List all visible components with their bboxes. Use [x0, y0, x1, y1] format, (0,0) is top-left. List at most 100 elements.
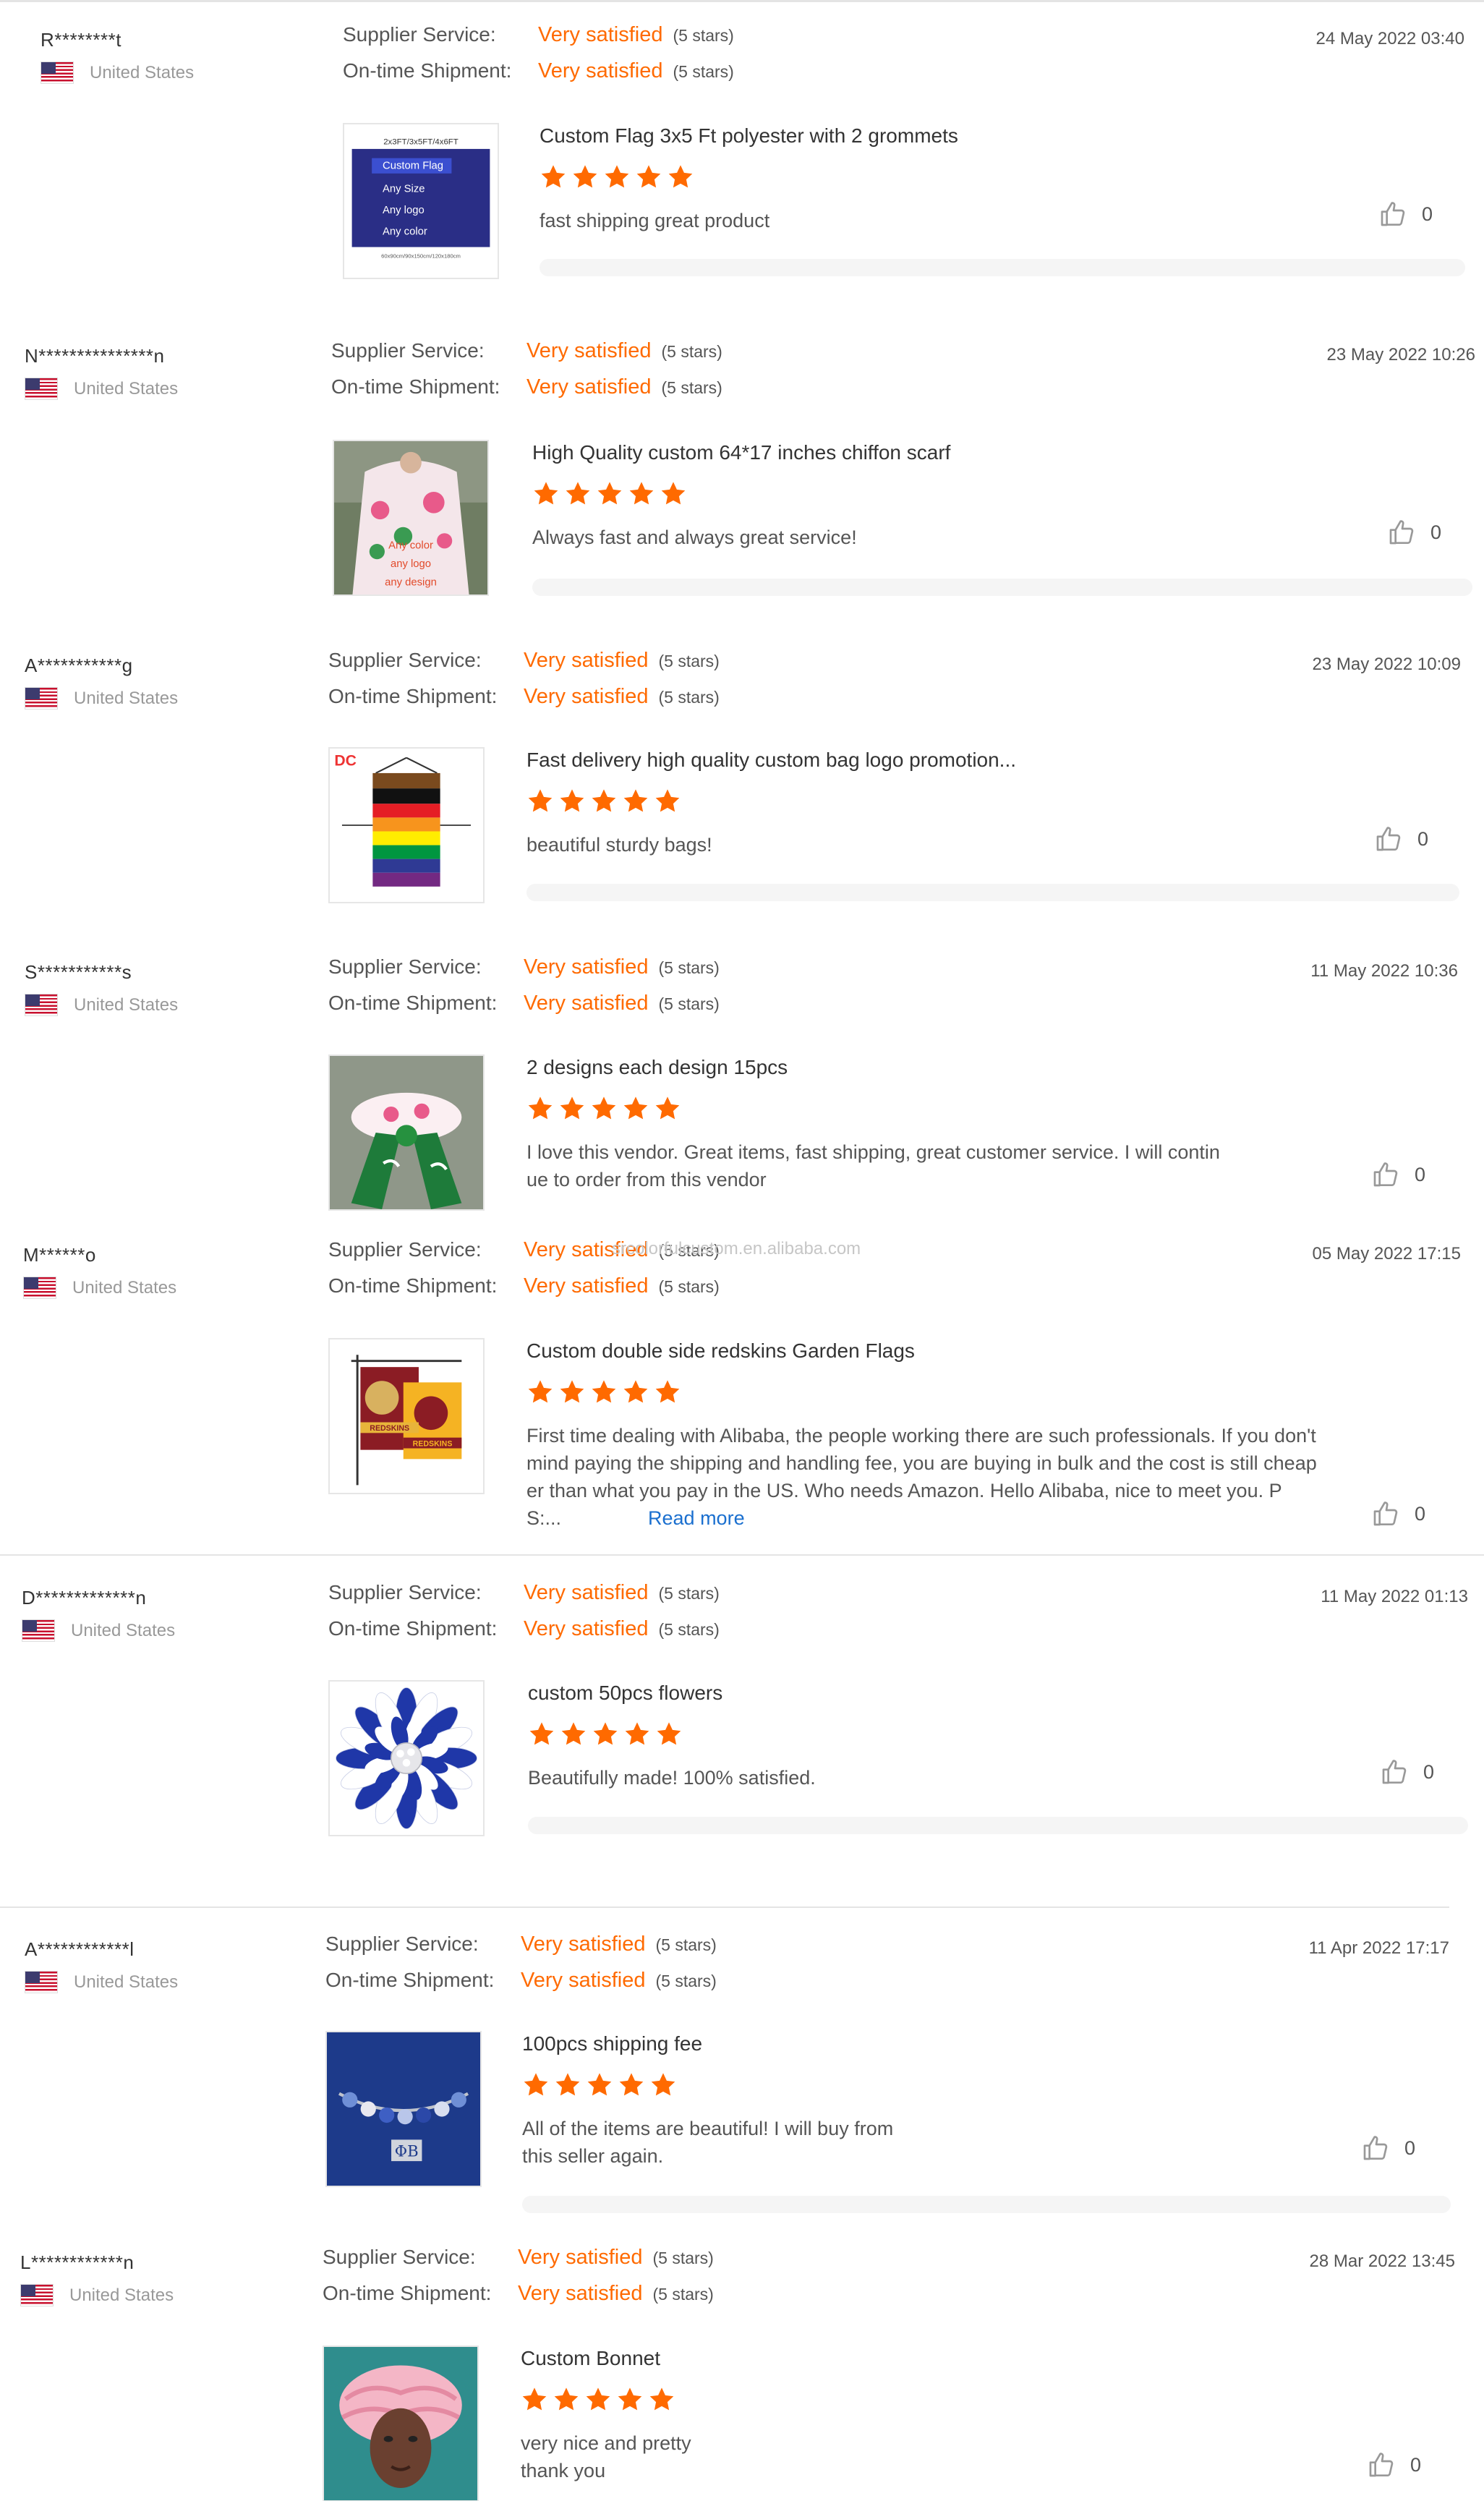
supplier-service-stars: (5 stars): [658, 652, 720, 670]
supplier-service-value: Very satisfied: [524, 955, 649, 979]
like-count: 0: [1430, 521, 1442, 543]
review-date: 11 Apr 2022 17:17: [1308, 1938, 1449, 1958]
supplier-service-value: Very satisfied: [518, 2246, 643, 2269]
ontime-shipment-value: Very satisfied: [524, 1274, 649, 1298]
us-flag-icon: [25, 378, 58, 400]
review-comment: very nice and pretty thank you: [521, 2429, 691, 2484]
ontime-shipment-stars: (5 stars): [658, 688, 720, 707]
buyer-name: M******o: [23, 1244, 96, 1266]
svg-text:any logo: any logo: [391, 558, 431, 570]
buyer-info: S***********s United States: [25, 961, 328, 1016]
like-button[interactable]: 0: [1361, 2134, 1415, 2163]
supplier-service-label: Supplier Service:: [331, 339, 485, 362]
us-flag-icon: [20, 2284, 54, 2306]
supplier-service-row: Supplier Service: Very satisfied (5 star…: [328, 955, 720, 992]
ontime-shipment-row: On-time Shipment: Very satisfied (5 star…: [331, 375, 722, 412]
buyer-country: United States: [22, 1619, 325, 1642]
country-label: United States: [72, 1277, 177, 1298]
product-title-link[interactable]: Custom Flag 3x5 Ft polyester with 2 grom…: [540, 124, 958, 148]
us-flag-icon: [22, 1619, 55, 1642]
reply-bar: [532, 579, 1472, 596]
like-count: 0: [1417, 827, 1429, 850]
svg-text:60x90cm/90x150cm/120x180cm: 60x90cm/90x150cm/120x180cm: [381, 252, 461, 259]
like-button[interactable]: 0: [1371, 1160, 1425, 1189]
like-button[interactable]: 0: [1380, 1757, 1434, 1786]
like-count: 0: [1415, 1502, 1426, 1525]
us-flag-icon: [25, 687, 58, 710]
review-comment-text: All of the items are beautiful! I will b…: [522, 2118, 894, 2167]
review-divider: [0, 1906, 1449, 1908]
supplier-ratings: Supplier Service: Very satisfied (5 star…: [328, 1581, 720, 1653]
like-button[interactable]: 0: [1371, 1499, 1425, 1528]
product-thumbnail[interactable]: ΦΒ: [325, 2031, 482, 2187]
ontime-shipment-label: On-time Shipment:: [331, 375, 500, 398]
supplier-service-label: Supplier Service:: [325, 1933, 479, 1955]
review-content: 2 designs each design 15pcs I love this …: [526, 1056, 1220, 1193]
thumbs-up-icon: [1374, 825, 1403, 853]
thumbs-up-icon: [1380, 1757, 1409, 1786]
product-thumbnail[interactable]: [328, 1680, 485, 1836]
review-comment-text: I love this vendor. Great items, fast sh…: [526, 1141, 1220, 1190]
buyer-name: A***********g: [25, 655, 133, 676]
product-thumbnail[interactable]: 2x3FT/3x5FT/4x6FT Custom Flag Any Size A…: [343, 123, 499, 279]
svg-text:Any logo: Any logo: [383, 205, 425, 216]
reply-bar: [528, 1817, 1468, 1834]
product-title-link[interactable]: 2 designs each design 15pcs: [526, 1056, 1220, 1079]
product-title-link[interactable]: 100pcs shipping fee: [522, 2032, 893, 2055]
reply-bar: [540, 259, 1465, 276]
product-thumbnail[interactable]: Any color any logo any design: [333, 440, 489, 596]
ontime-shipment-row: On-time Shipment: Very satisfied (5 star…: [328, 1274, 720, 1311]
supplier-service-label: Supplier Service:: [328, 1581, 482, 1603]
top-border: [0, 0, 1484, 2]
buyer-info: L************n United States: [20, 2251, 324, 2306]
review-comment-text: Beautifully made! 100% satisfied.: [528, 1767, 816, 1789]
like-button[interactable]: 0: [1374, 825, 1428, 853]
product-thumbnail[interactable]: [323, 2346, 479, 2501]
supplier-service-row: Supplier Service: Very satisfied (5 star…: [323, 2246, 714, 2282]
ontime-shipment-label: On-time Shipment:: [343, 59, 512, 82]
review-date: 05 May 2022 17:15: [1312, 1244, 1462, 1264]
svg-text:ΦΒ: ΦΒ: [395, 2142, 419, 2160]
product-title-link[interactable]: High Quality custom 64*17 inches chiffon…: [532, 441, 950, 464]
like-button[interactable]: 0: [1378, 200, 1433, 229]
product-title-link[interactable]: custom 50pcs flowers: [528, 1682, 816, 1705]
product-title-link[interactable]: Fast delivery high quality custom bag lo…: [526, 749, 1016, 772]
review-comment: I love this vendor. Great items, fast sh…: [526, 1138, 1220, 1193]
svg-text:Any color: Any color: [388, 540, 433, 551]
review-date: 11 May 2022 01:13: [1321, 1587, 1468, 1606]
ontime-shipment-value: Very satisfied: [524, 1617, 649, 1640]
ontime-shipment-value: Very satisfied: [524, 685, 649, 708]
supplier-ratings: Supplier Service: Very satisfied (5 star…: [325, 1933, 717, 2005]
product-thumbnail[interactable]: DC: [328, 747, 485, 903]
like-button[interactable]: 0: [1387, 518, 1441, 547]
like-count: 0: [1423, 1760, 1435, 1783]
read-more-link[interactable]: Read more: [648, 1507, 745, 1529]
ontime-shipment-row: On-time Shipment: Very satisfied (5 star…: [323, 2282, 714, 2318]
product-title-link[interactable]: Custom Bonnet: [521, 2347, 691, 2370]
us-flag-icon: [40, 61, 74, 84]
product-title-link[interactable]: Custom double side redskins Garden Flags: [526, 1339, 1317, 1363]
supplier-service-value: Very satisfied: [524, 1581, 649, 1604]
supplier-ratings: Supplier Service: Very satisfied (5 star…: [343, 23, 734, 95]
supplier-service-value: Very satisfied: [538, 23, 663, 46]
buyer-name: S***********s: [25, 961, 132, 983]
review-comment-text: beautiful sturdy bags!: [526, 834, 712, 856]
buyer-info: D*************n United States: [22, 1587, 325, 1642]
review-star-rating: [526, 1379, 1317, 1406]
review-comment: Beautifully made! 100% satisfied.: [528, 1764, 816, 1791]
product-thumbnail[interactable]: [328, 1054, 485, 1211]
review-content: custom 50pcs flowers Beautifully made! 1…: [528, 1682, 816, 1791]
review-comment: Always fast and always great service!: [532, 524, 950, 551]
bag-logo: DC: [334, 752, 357, 769]
buyer-country: United States: [25, 378, 328, 400]
buyer-country: United States: [25, 687, 328, 710]
product-thumbnail[interactable]: REDSKINS REDSKINS: [328, 1338, 485, 1494]
supplier-service-row: Supplier Service: Very satisfied (5 star…: [343, 23, 734, 59]
buyer-country: United States: [25, 994, 328, 1016]
reply-bar: [522, 2196, 1451, 2213]
like-button[interactable]: 0: [1367, 2450, 1421, 2479]
review-content: Custom Flag 3x5 Ft polyester with 2 grom…: [540, 124, 958, 234]
supplier-service-row: Supplier Service: Very satisfied (5 star…: [325, 1933, 717, 1969]
ontime-shipment-label: On-time Shipment:: [323, 2282, 492, 2304]
ontime-shipment-row: On-time Shipment: Very satisfied (5 star…: [343, 59, 734, 95]
